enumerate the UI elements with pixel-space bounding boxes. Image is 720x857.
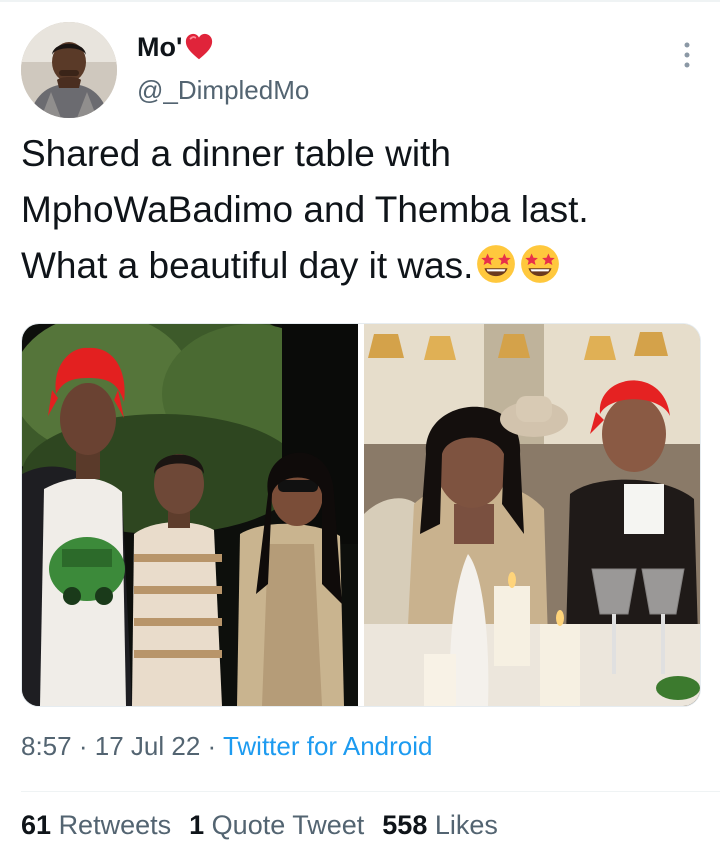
retweets-stat[interactable]: 61 Retweets xyxy=(21,810,171,840)
tweet-source-link[interactable]: Twitter for Android xyxy=(223,731,433,761)
tweet-media[interactable] xyxy=(21,323,701,707)
star-struck-emoji-icon xyxy=(521,245,560,283)
stats-divider xyxy=(21,791,720,792)
retweets-label: Retweets xyxy=(58,810,172,840)
tweet-date[interactable]: 17 Jul 22 xyxy=(95,731,201,761)
tweet-text-line: MphoWaBadimo and Themba last. xyxy=(21,189,589,230)
tweet-time[interactable]: 8:57 xyxy=(21,731,72,761)
retweets-count: 61 xyxy=(21,810,52,840)
star-struck-emoji-icon xyxy=(477,245,516,283)
tweet-text: Shared a dinner table with MphoWaBadimo … xyxy=(21,126,711,294)
meta-separator: · xyxy=(207,731,217,761)
more-options-icon[interactable] xyxy=(681,40,693,70)
photo-dinner-table[interactable] xyxy=(364,324,700,706)
likes-stat[interactable]: 558 Likes xyxy=(382,810,498,840)
quote-tweets-stat[interactable]: 1 Quote Tweet xyxy=(189,810,364,840)
photo-group-outdoor[interactable] xyxy=(22,324,358,706)
author-names: Mo' @_DimpledMo xyxy=(137,30,309,107)
author-handle[interactable]: @_DimpledMo xyxy=(137,73,309,107)
tweet-stats: 61 Retweets 1 Quote Tweet 558 Likes xyxy=(21,806,516,844)
display-name-text: Mo' xyxy=(137,32,183,62)
quotes-count: 1 xyxy=(189,810,205,840)
meta-separator: · xyxy=(78,731,88,761)
top-divider xyxy=(0,0,720,2)
likes-label: Likes xyxy=(434,810,498,840)
quotes-label: Quote Tweet xyxy=(211,810,365,840)
red-heart-icon xyxy=(186,33,213,60)
tweet-header: Mo' @_DimpledMo xyxy=(21,22,701,122)
avatar[interactable] xyxy=(21,22,117,118)
tweet-meta: 8:57 · 17 Jul 22 · Twitter for Android xyxy=(21,728,433,764)
tweet-text-line-with-emoji: What a beautiful day it was. xyxy=(21,238,711,294)
tweet-text-line: Shared a dinner table with xyxy=(21,133,451,174)
author-display-name[interactable]: Mo' xyxy=(137,30,309,64)
likes-count: 558 xyxy=(382,810,428,840)
tweet-text-line: What a beautiful day it was. xyxy=(21,245,474,286)
